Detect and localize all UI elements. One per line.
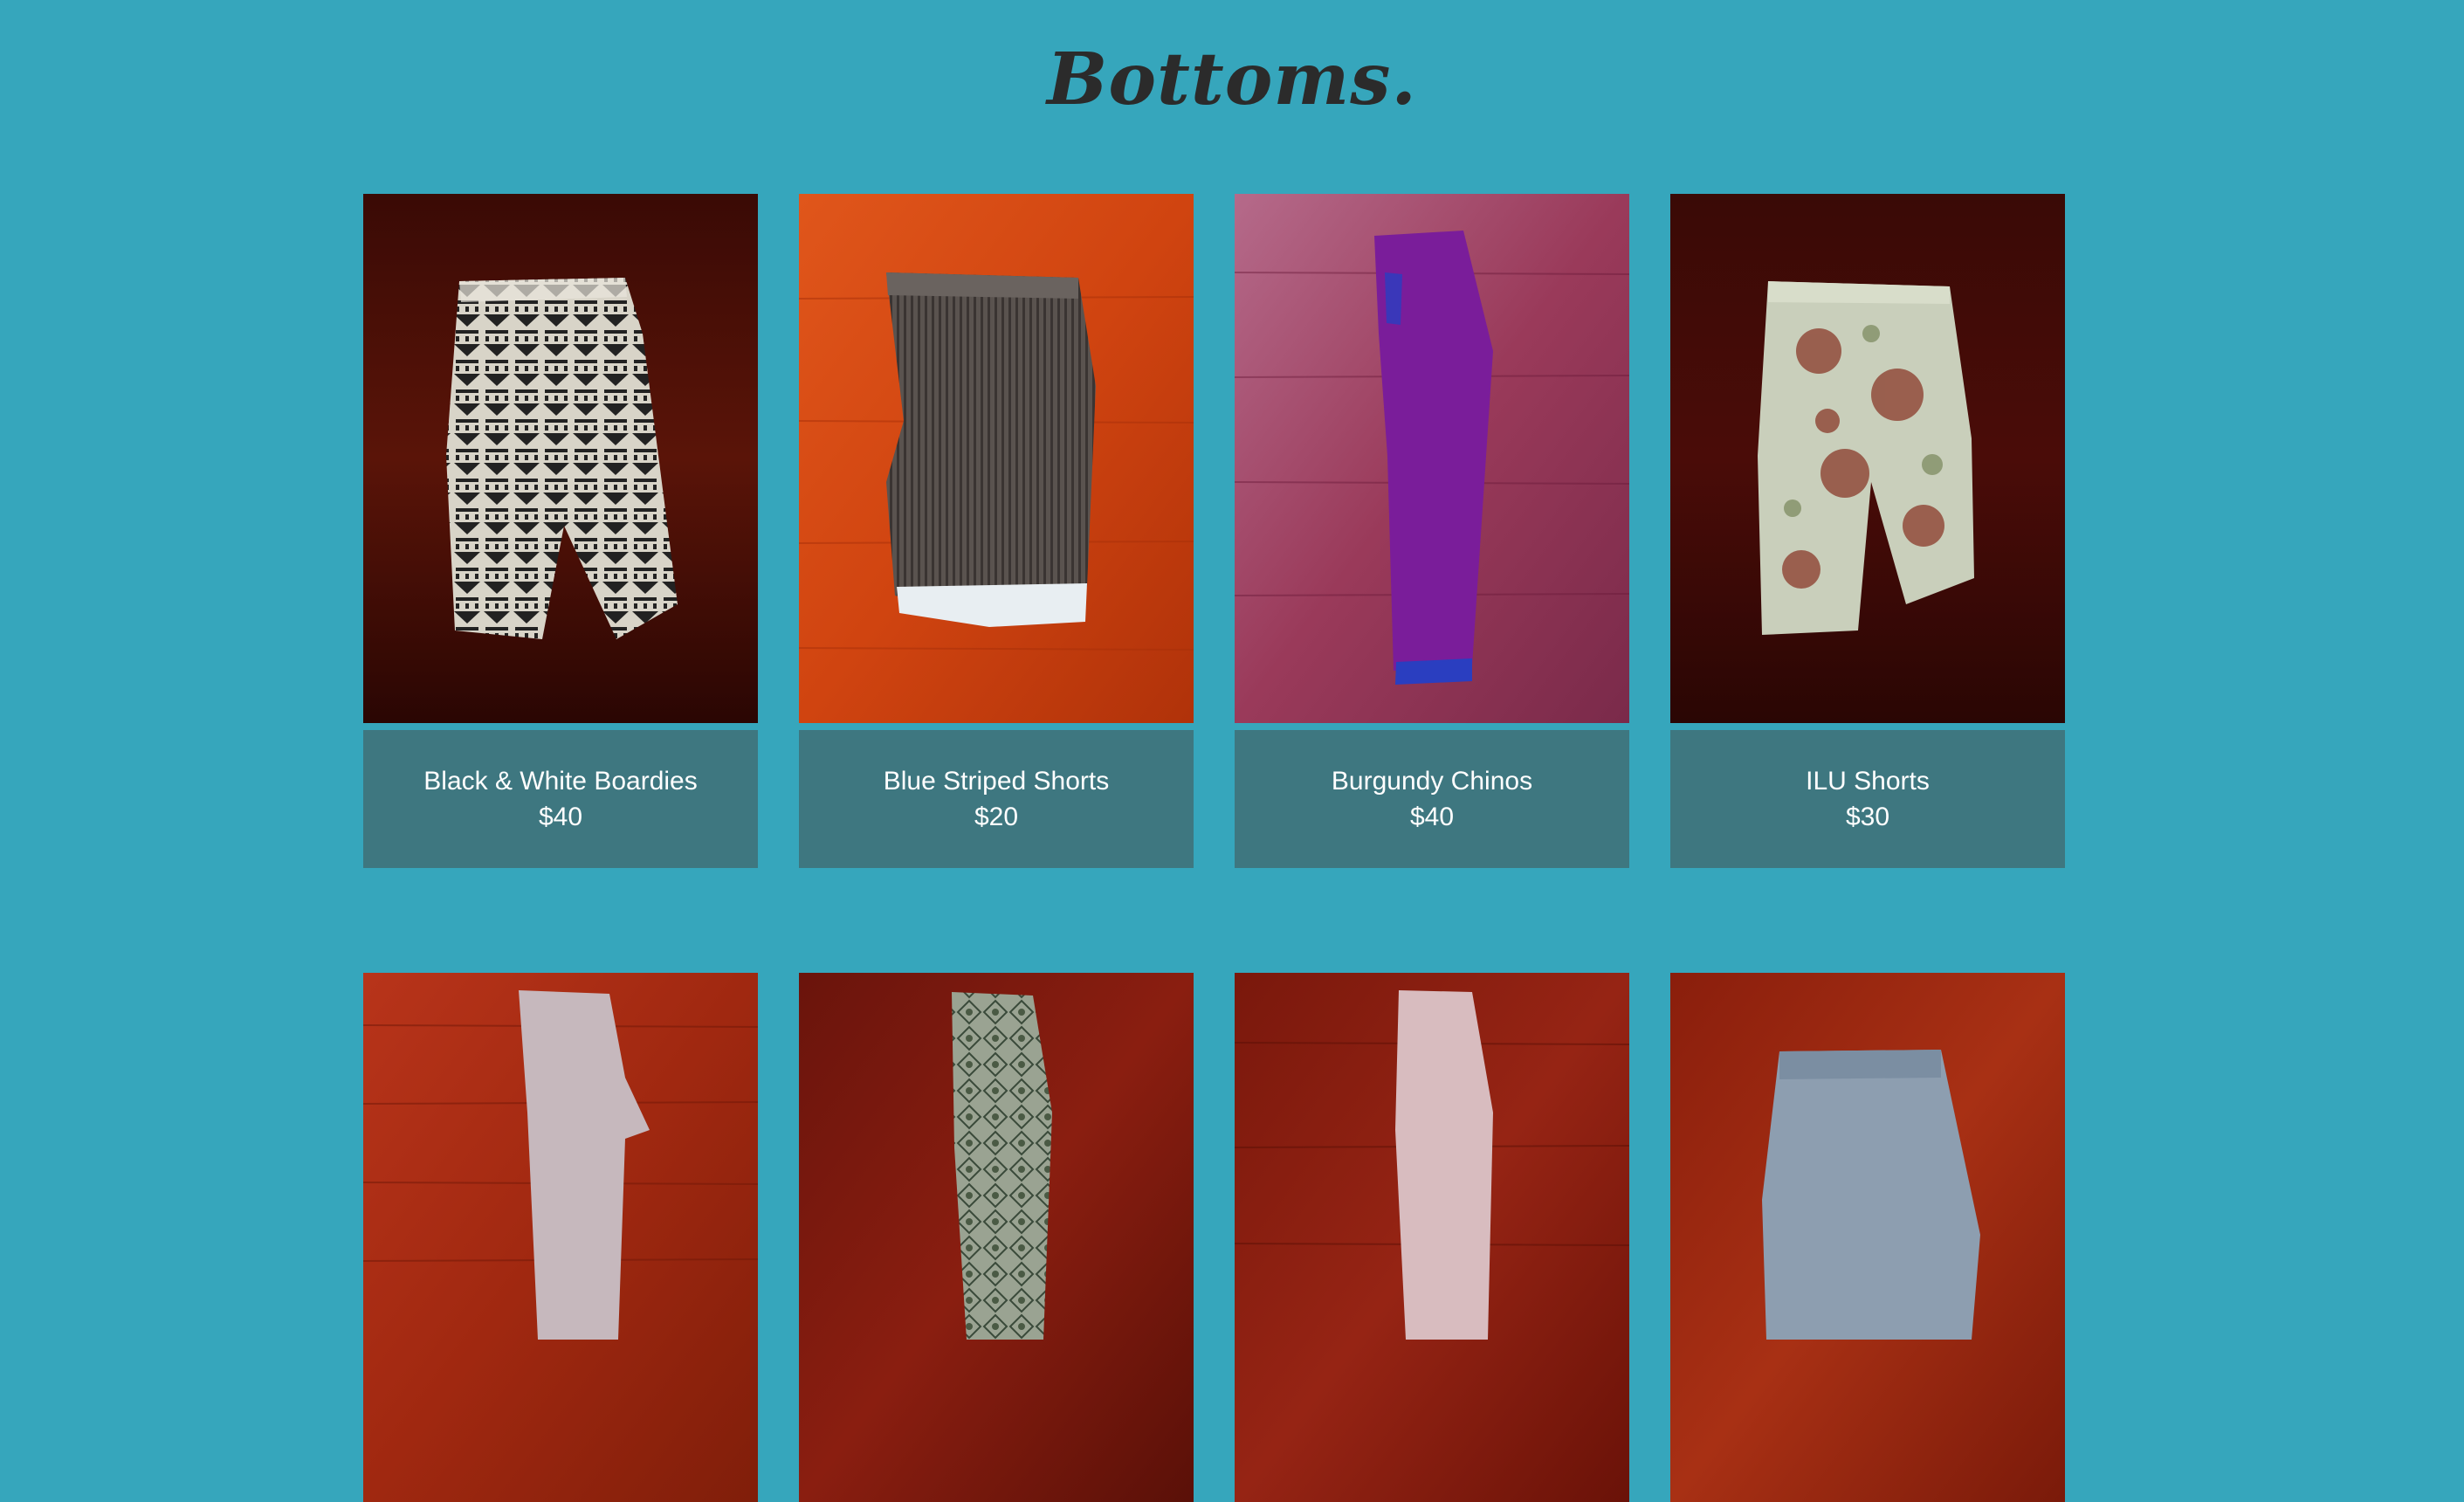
product-price: $20 <box>974 803 1019 831</box>
product-image[interactable] <box>1670 194 2065 723</box>
product-price: $40 <box>1409 803 1455 831</box>
page-title: Bottoms. <box>1047 38 1417 121</box>
purple-chinos-photo <box>1235 194 1629 723</box>
product-caption[interactable]: Burgundy Chinos $40 <box>1235 730 1629 868</box>
grey-pants-photo <box>363 973 758 1502</box>
product-caption[interactable]: Black & White Boardies $40 <box>363 730 758 868</box>
product-caption[interactable]: Blue Striped Shorts $20 <box>799 730 1194 868</box>
product-name: Blue Striped Shorts <box>883 767 1110 796</box>
product-name: Burgundy Chinos <box>1331 767 1533 796</box>
product-card[interactable] <box>799 973 1194 1502</box>
floral-shorts-photo <box>1670 194 2065 723</box>
denim-shorts-photo <box>1670 973 2065 1502</box>
product-image[interactable] <box>1235 973 1629 1502</box>
product-price: $40 <box>538 803 583 831</box>
product-grid: Black & White Boardies $40 Blue Striped … <box>363 194 2066 1502</box>
product-image[interactable] <box>799 194 1194 723</box>
patterned-shorts-photo <box>363 194 758 723</box>
product-image[interactable] <box>1235 194 1629 723</box>
product-card[interactable]: ILU Shorts $30 <box>1670 194 2065 868</box>
product-image[interactable] <box>363 973 758 1502</box>
product-card[interactable]: Black & White Boardies $40 <box>363 194 758 868</box>
product-card[interactable] <box>363 973 758 1502</box>
product-card[interactable]: Burgundy Chinos $40 <box>1235 194 1629 868</box>
product-image[interactable] <box>1670 973 2065 1502</box>
product-card[interactable] <box>1670 973 2065 1502</box>
product-card[interactable]: Blue Striped Shorts $20 <box>799 194 1194 868</box>
product-card[interactable] <box>1235 973 1629 1502</box>
product-image[interactable] <box>799 973 1194 1502</box>
product-name: ILU Shorts <box>1806 767 1930 796</box>
pink-pants-photo <box>1235 973 1629 1502</box>
product-image[interactable] <box>363 194 758 723</box>
striped-shorts-photo <box>799 194 1194 723</box>
product-price: $30 <box>1845 803 1890 831</box>
product-caption[interactable]: ILU Shorts $30 <box>1670 730 2065 868</box>
paisley-pants-photo <box>799 973 1194 1502</box>
product-name: Black & White Boardies <box>423 767 698 796</box>
